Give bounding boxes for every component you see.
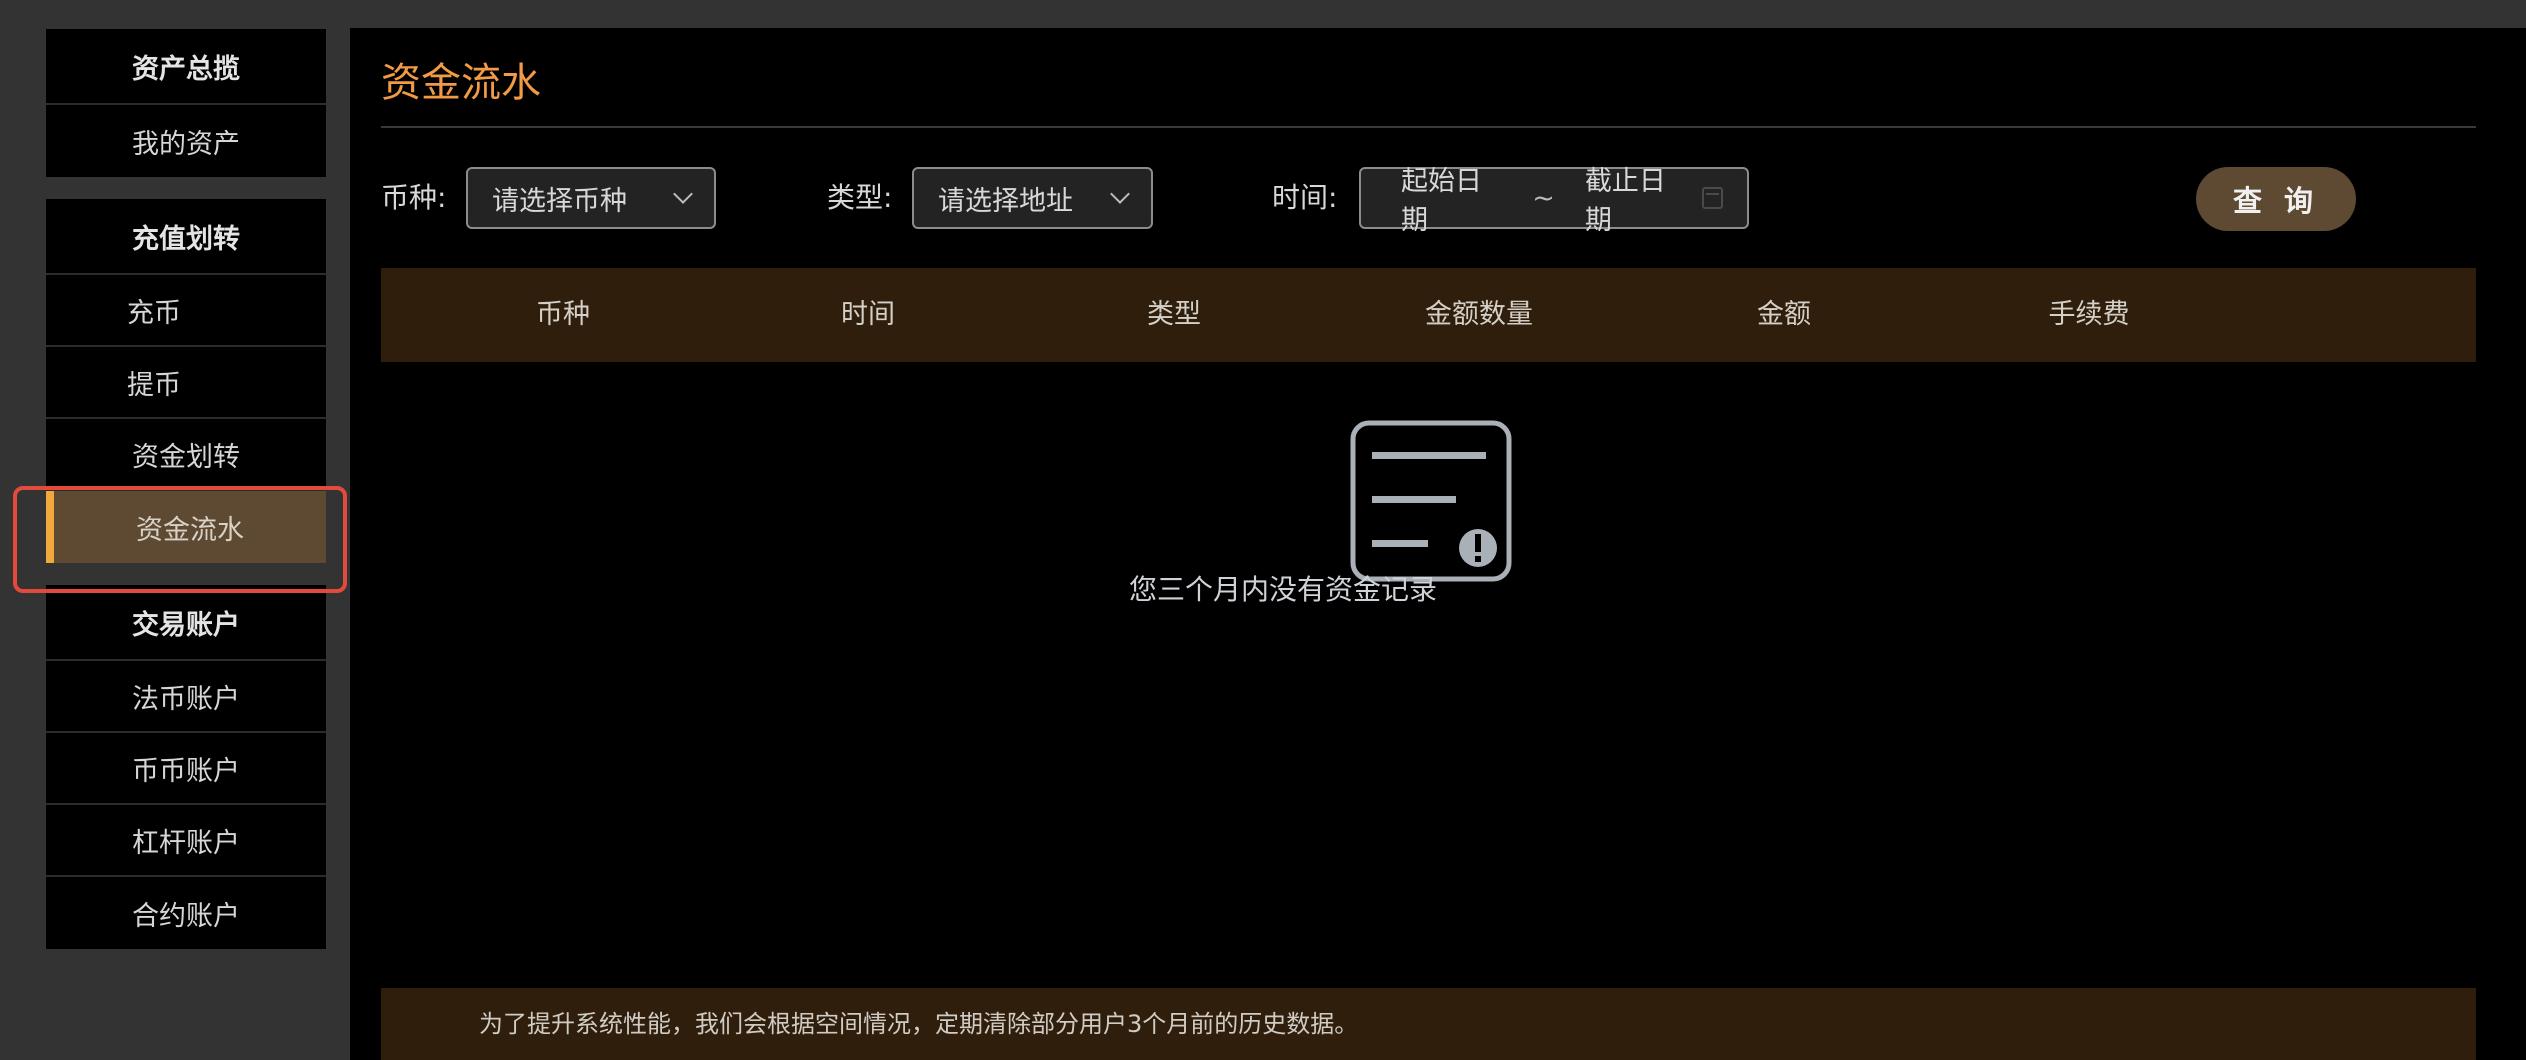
end-date-input[interactable]: 截止日期	[1585, 159, 1686, 237]
column-coin: 币种	[536, 299, 590, 330]
sidebar-group-deposit-transfer: 充值划转 充币 提币 资金划转 资金流水	[46, 199, 326, 563]
column-time: 时间	[841, 299, 895, 330]
page-title: 资金流水	[381, 60, 541, 106]
title-divider	[381, 126, 2476, 128]
column-amount-quantity: 金额数量	[1425, 299, 1533, 330]
date-range-picker[interactable]: 起始日期 ~ 截止日期	[1359, 166, 1749, 236]
sidebar-item-my-assets[interactable]: 我的资产	[46, 105, 326, 177]
sidebar-item-fund-history[interactable]: 资金流水	[46, 491, 326, 563]
type-select-value: 请选择地址	[938, 185, 1073, 217]
time-label: 时间:	[1272, 181, 1338, 214]
coin-select-value: 请选择币种	[492, 185, 627, 217]
sidebar-header-asset-overview[interactable]: 资产总揽	[46, 29, 326, 105]
sidebar-item-margin-account[interactable]: 杠杆账户	[46, 805, 326, 877]
sidebar-header-deposit-transfer[interactable]: 充值划转	[46, 199, 326, 275]
sidebar-item-deposit[interactable]: 充币	[46, 275, 326, 347]
empty-document-icon	[1350, 420, 1512, 582]
sidebar-item-withdraw[interactable]: 提币	[46, 347, 326, 419]
coin-label: 币种:	[381, 181, 447, 214]
date-separator: ~	[1532, 182, 1555, 214]
sidebar-group-trading-accounts: 交易账户 法币账户 币币账户 杠杆账户 合约账户	[46, 585, 326, 949]
coin-select[interactable]: 请选择币种	[466, 167, 716, 229]
column-amount: 金额	[1757, 299, 1811, 330]
type-select[interactable]: 请选择地址	[912, 167, 1153, 229]
sidebar-item-futures-account[interactable]: 合约账户	[46, 877, 326, 949]
sidebar: 资产总揽 我的资产 充值划转 充币 提币 资金划转 资金流水 交易账户 法币账户…	[46, 29, 326, 971]
start-date-input[interactable]: 起始日期	[1401, 159, 1502, 237]
main-panel: 资金流水 币种: 请选择币种 类型: 请选择地址 时间: 起始日期 ~ 截止日期…	[350, 28, 2526, 1060]
type-label: 类型:	[827, 181, 893, 214]
notice-bar: 为了提升系统性能，我们会根据空间情况，定期清除部分用户3个月前的历史数据。	[381, 988, 2476, 1060]
page: 资产总揽 我的资产 充值划转 充币 提币 资金划转 资金流水 交易账户 法币账户…	[0, 0, 2526, 1060]
filter-bar: 币种: 请选择币种 类型: 请选择地址 时间: 起始日期 ~ 截止日期 查 询	[381, 166, 2476, 236]
sidebar-item-fund-transfer[interactable]: 资金划转	[46, 419, 326, 491]
empty-message: 您三个月内没有资金记录	[1128, 573, 1437, 606]
sidebar-item-spot-account[interactable]: 币币账户	[46, 733, 326, 805]
notice-text: 为了提升系统性能，我们会根据空间情况，定期清除部分用户3个月前的历史数据。	[479, 1010, 1359, 1038]
sidebar-header-trading-accounts[interactable]: 交易账户	[46, 585, 326, 661]
column-fee: 手续费	[2048, 299, 2130, 330]
sidebar-item-fiat-account[interactable]: 法币账户	[46, 661, 326, 733]
query-button[interactable]: 查 询	[2196, 167, 2356, 231]
sidebar-group-assets: 资产总揽 我的资产	[46, 29, 326, 177]
table-header: 币种 时间 类型 金额数量 金额 手续费	[381, 268, 2476, 362]
calendar-icon[interactable]	[1702, 187, 1723, 209]
column-type: 类型	[1147, 299, 1201, 330]
chevron-down-icon	[673, 184, 693, 204]
chevron-down-icon	[1110, 184, 1130, 204]
